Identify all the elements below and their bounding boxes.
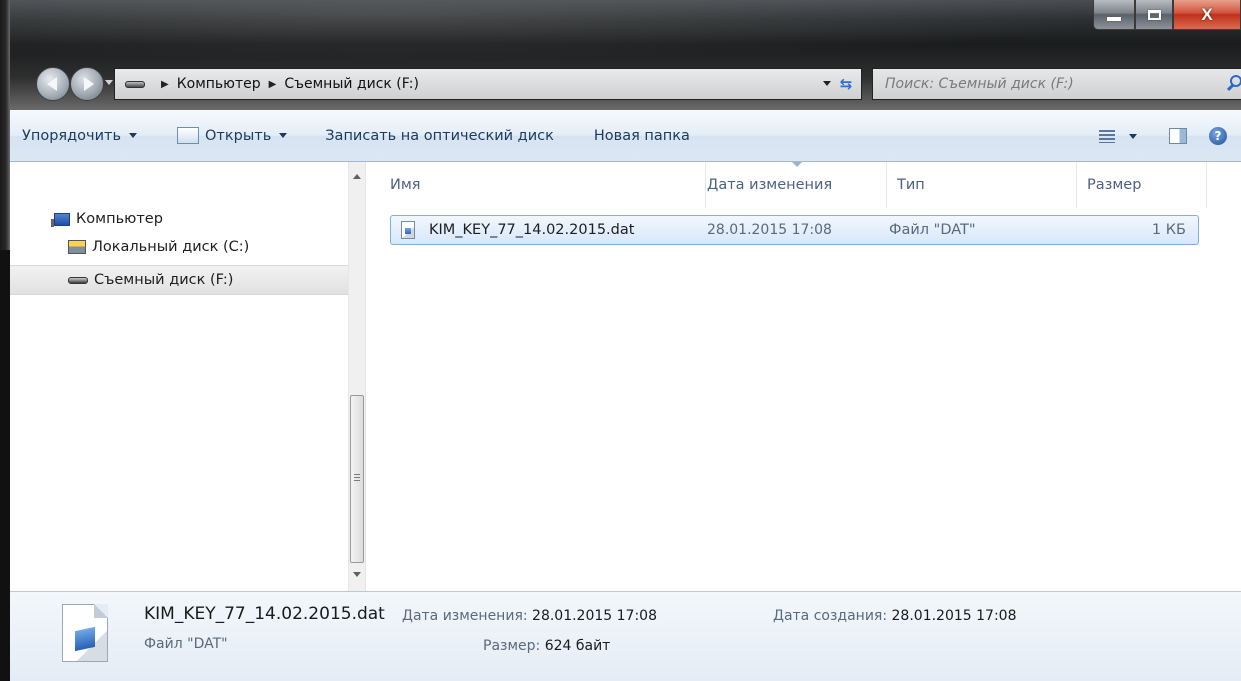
table-row[interactable]: KIM_KEY_77_14.02.2015.dat 28.01.2015 17:… — [390, 215, 1199, 245]
file-date: 28.01.2015 17:08 — [707, 222, 832, 238]
file-type: Файл "DAT" — [889, 222, 976, 238]
breadcrumb-computer[interactable]: Компьютер — [177, 76, 261, 92]
column-header-label: Размер — [1087, 177, 1142, 193]
details-label: Размер: — [483, 638, 541, 654]
details-pane: KIM_KEY_77_14.02.2015.dat Файл "DAT" Дат… — [10, 591, 1241, 681]
minimize-button[interactable] — [1093, 0, 1135, 30]
nav-item-label: Съемный диск (F:) — [94, 272, 234, 288]
back-button[interactable] — [36, 67, 70, 101]
removable-drive-icon — [125, 80, 145, 88]
nav-scrollbar[interactable] — [348, 162, 365, 591]
change-view-button[interactable] — [1087, 118, 1149, 154]
open-button[interactable]: Открыть — [165, 118, 299, 154]
chevron-down-icon — [1129, 133, 1137, 139]
column-header-label: Имя — [390, 177, 421, 193]
grip-icon — [354, 474, 360, 482]
explorer-window: X ▶ Компьютер ▶ Съемный диск (F:) ⇆ Упор… — [0, 0, 1241, 681]
open-window-icon — [177, 127, 199, 144]
burn-disc-button[interactable]: Записать на оптический диск — [313, 118, 566, 154]
minimize-icon — [1107, 16, 1121, 21]
close-icon: X — [1201, 4, 1213, 24]
back-arrow-icon — [46, 77, 57, 91]
help-icon[interactable]: ? — [1209, 127, 1227, 145]
chevron-down-icon — [279, 133, 288, 138]
nav-item-computer[interactable]: Компьютер — [10, 204, 348, 234]
open-label: Открыть — [205, 127, 272, 144]
organize-button[interactable]: Упорядочить — [10, 118, 149, 154]
dat-file-large-icon — [62, 604, 108, 662]
details-file-type: Файл "DAT" — [144, 636, 228, 652]
details-label: Дата создания: — [773, 608, 888, 624]
details-label: Дата изменения: — [402, 608, 528, 624]
organize-label: Упорядочить — [22, 127, 121, 144]
computer-icon — [51, 212, 70, 227]
search-box[interactable] — [872, 68, 1241, 100]
window-left-edge — [0, 0, 10, 681]
toolbar-right: ? — [1087, 110, 1241, 162]
maximize-icon — [1147, 9, 1161, 20]
nav-item-removable-disk[interactable]: Съемный диск (F:) — [10, 265, 348, 295]
details-value: 28.01.2015 17:08 — [532, 608, 657, 624]
title-bar: X ▶ Компьютер ▶ Съемный диск (F:) ⇆ — [10, 0, 1241, 110]
preview-pane-icon[interactable] — [1169, 128, 1187, 144]
scroll-up-icon[interactable] — [353, 174, 361, 179]
column-header-label: Тип — [897, 177, 925, 193]
breadcrumb-separator-icon[interactable]: ▶ — [269, 79, 277, 90]
column-header-date[interactable]: Дата изменения — [697, 162, 887, 208]
file-name: KIM_KEY_77_14.02.2015.dat — [429, 222, 635, 238]
file-list: Имя Дата изменения Тип Размер KIM_KEY_77… — [366, 162, 1241, 591]
breadcrumb-separator-icon[interactable]: ▶ — [161, 79, 169, 90]
recent-pages-dropdown[interactable] — [105, 80, 113, 85]
local-disk-icon — [68, 240, 86, 254]
search-input[interactable] — [883, 75, 1217, 93]
search-icon[interactable] — [1230, 75, 1241, 87]
nav-item-label: Локальный диск (C:) — [92, 239, 250, 255]
breadcrumb-removable-disk[interactable]: Съемный диск (F:) — [284, 76, 419, 92]
scroll-down-icon[interactable] — [353, 572, 361, 577]
window-controls: X — [1093, 0, 1241, 34]
close-button[interactable]: X — [1173, 0, 1241, 30]
forward-arrow-icon — [83, 77, 94, 91]
maximize-button[interactable] — [1135, 0, 1173, 30]
sort-indicator-icon — [791, 162, 802, 167]
column-header-size[interactable]: Размер — [1077, 162, 1207, 208]
nav-item-local-disk[interactable]: Локальный диск (C:) — [10, 232, 348, 262]
details-size: Размер: 624 байт — [483, 638, 610, 654]
address-bar[interactable]: ▶ Компьютер ▶ Съемный диск (F:) ⇆ — [114, 68, 862, 100]
column-header-name[interactable]: Имя — [380, 162, 706, 208]
details-file-name: KIM_KEY_77_14.02.2015.dat — [144, 604, 385, 624]
column-header-label: Дата изменения — [707, 177, 833, 193]
refresh-icon[interactable]: ⇆ — [835, 73, 857, 95]
details-value: 624 байт — [544, 638, 611, 654]
chevron-down-icon — [129, 133, 137, 138]
nav-item-label: Компьютер — [76, 211, 163, 227]
forward-button[interactable] — [70, 67, 104, 101]
removable-drive-icon — [68, 276, 88, 284]
file-size: 1 КБ — [1151, 222, 1186, 238]
details-value: 28.01.2015 17:08 — [891, 608, 1017, 624]
details-modified: Дата изменения: 28.01.2015 17:08 — [402, 608, 657, 624]
new-folder-button[interactable]: Новая папка — [582, 118, 702, 154]
scroll-thumb[interactable] — [350, 395, 364, 563]
column-header-type[interactable]: Тип — [887, 162, 1077, 208]
burn-disc-label: Записать на оптический диск — [325, 127, 554, 144]
command-bar: Упорядочить Открыть Записать на оптическ… — [10, 110, 1241, 162]
details-created: Дата создания: 28.01.2015 17:08 — [773, 608, 1016, 624]
dat-file-icon — [401, 221, 415, 239]
address-dropdown-icon[interactable] — [823, 81, 831, 86]
new-folder-label: Новая папка — [593, 127, 690, 144]
details-view-icon — [1099, 129, 1115, 143]
navigation-pane: Компьютер Локальный диск (C:) Съемный ди… — [10, 162, 366, 591]
